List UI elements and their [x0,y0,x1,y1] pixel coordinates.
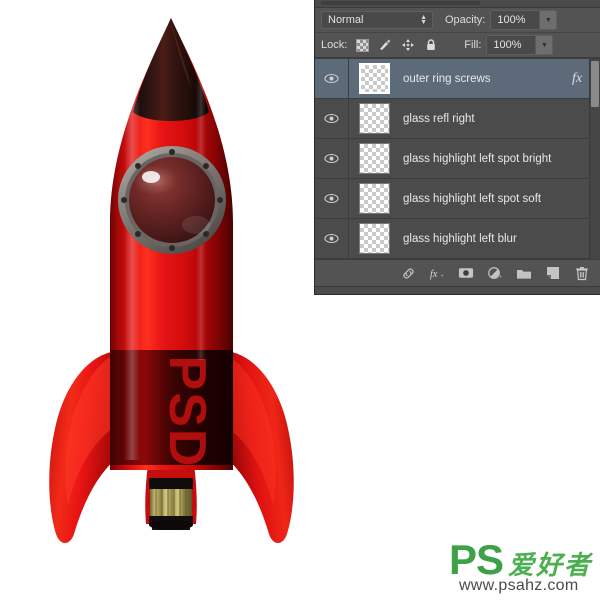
opacity-chevron-down-icon[interactable]: ▼ [539,11,556,29]
new-group-icon[interactable] [516,265,532,281]
rocket-body-text: PSD [158,356,216,469]
watermark: PS 爱好者 www.psahz.com [449,539,592,594]
layer-visibility-toggle[interactable] [315,99,349,138]
layer-row[interactable]: outer ring screws fx ▼ [315,59,600,99]
panel-footer [315,286,600,294]
fill-field[interactable]: 100% ▼ [486,35,553,55]
layer-thumbnail[interactable] [349,103,399,134]
layer-visibility-toggle[interactable] [315,179,349,218]
layer-row[interactable]: glass highlight left spot soft [315,179,600,219]
chevron-updown-icon: ▲▼ [420,15,427,25]
fill-value[interactable]: 100% [487,36,535,54]
eye-icon [324,113,339,124]
glass-refl-right [182,216,210,234]
opacity-value[interactable]: 100% [491,11,539,29]
layer-name[interactable]: glass highlight left spot bright [399,153,556,165]
opacity-label: Opacity: [445,14,485,26]
svg-text:fx: fx [430,268,438,279]
lock-row: Lock: Fill: [315,33,600,58]
layers-panel[interactable]: Normal ▲▼ Opacity: 100% ▼ Lock: [315,0,600,294]
lock-label: Lock: [321,39,347,51]
layers-scrollbar-thumb[interactable] [591,61,599,107]
new-layer-icon[interactable] [545,265,561,281]
layers-panel-toolbar[interactable]: fx [315,259,600,286]
watermark-brand: PS [449,539,503,581]
watermark-brand-cn: 爱好者 [508,553,592,579]
lock-all-icon[interactable] [424,38,438,52]
layer-name[interactable]: outer ring screws [399,73,556,85]
layers-list[interactable]: outer ring screws fx ▼ glass refl right [315,58,600,259]
layer-row[interactable]: glass highlight left blur [315,219,600,259]
eye-icon [324,73,339,84]
layer-row[interactable]: glass refl right [315,99,600,139]
delete-layer-icon[interactable] [574,265,590,281]
fx-icon[interactable]: fx [572,71,582,87]
blend-mode-value: Normal [328,14,363,26]
rocket-engine-nozzle [149,478,193,530]
eye-icon [324,193,339,204]
layer-name[interactable]: glass highlight left blur [399,233,556,245]
rocket-porthole [118,146,226,254]
layer-thumbnail[interactable] [349,223,399,254]
layer-thumbnail[interactable] [349,143,399,174]
eye-icon [324,153,339,164]
layer-thumbnail[interactable] [349,63,399,94]
layer-name[interactable]: glass highlight left spot soft [399,193,556,205]
new-adjustment-layer-icon[interactable] [487,265,503,281]
panel-top-strip [315,0,600,8]
layer-row[interactable]: glass highlight left spot bright [315,139,600,179]
rocket-fin-right [223,352,294,543]
lock-image-pixels-icon[interactable] [378,38,392,52]
layer-visibility-toggle[interactable] [315,59,349,98]
lock-position-icon[interactable] [401,38,415,52]
layer-visibility-toggle[interactable] [315,219,349,258]
blend-mode-row: Normal ▲▼ Opacity: 100% ▼ [315,8,600,33]
layer-name[interactable]: glass refl right [399,113,556,125]
fill-chevron-down-icon[interactable]: ▼ [535,36,552,54]
layer-thumbnail[interactable] [349,183,399,214]
lock-transparent-pixels-icon[interactable] [355,38,369,52]
add-layer-mask-icon[interactable] [458,265,474,281]
watermark-url: www.psahz.com [459,578,579,594]
layer-visibility-toggle[interactable] [315,139,349,178]
rocket-fin-left [49,352,120,543]
opacity-field[interactable]: 100% ▼ [490,10,557,30]
blend-mode-select[interactable]: Normal ▲▼ [321,11,433,29]
glass-highlight-left-spot-bright [142,171,160,183]
layers-scrollbar[interactable] [589,59,600,259]
rocket-illustration: PSD [0,0,340,580]
fill-label: Fill: [464,39,481,51]
link-layers-icon[interactable] [400,265,416,281]
eye-icon [324,233,339,244]
add-layer-style-icon[interactable]: fx [429,265,445,281]
